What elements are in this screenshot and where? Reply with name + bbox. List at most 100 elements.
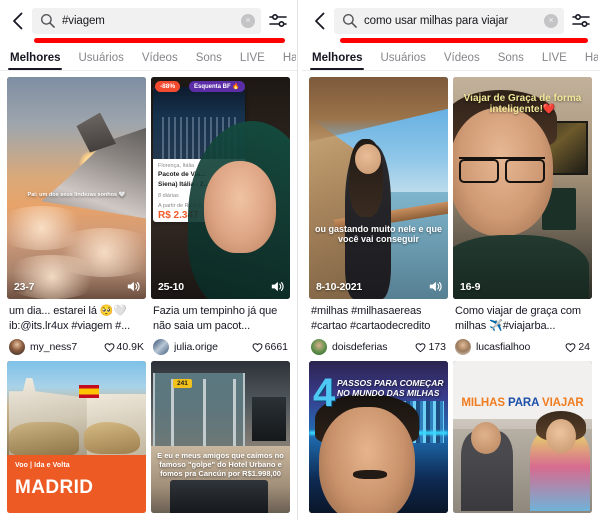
- tab-usuarios[interactable]: Usuários: [70, 52, 133, 70]
- video-meta: #milhas #milhasaereas #cartao #cartaodec…: [309, 299, 448, 356]
- back-button[interactable]: [308, 8, 330, 34]
- tab-hashtags[interactable]: Ha: [576, 52, 598, 70]
- tab-videos[interactable]: Vídeos: [133, 52, 187, 70]
- search-input[interactable]: como usar milhas para viajar ×: [334, 7, 564, 34]
- video-card[interactable]: Pai: um dos seus lindezas sonhos 🤍 23-7 …: [7, 77, 146, 356]
- price-tag-badge: 241: [173, 379, 192, 388]
- tab-sons[interactable]: Sons: [187, 52, 231, 70]
- video-date-badge: 23-7: [14, 281, 35, 293]
- results-grid-left: Pai: um dos seus lindezas sonhos 🤍 23-7 …: [0, 71, 297, 513]
- tab-live[interactable]: LIVE: [231, 52, 274, 70]
- video-date-badge: 25-10: [158, 281, 184, 293]
- search-query-text: como usar milhas para viajar: [364, 14, 509, 27]
- video-author-row[interactable]: lucasfialhoo 24: [455, 338, 590, 356]
- username[interactable]: doisdeferias: [332, 341, 415, 353]
- filter-icon[interactable]: [267, 10, 289, 32]
- video-author-row[interactable]: doisdeferias 173: [311, 338, 446, 356]
- blackfriday-badge: Esquenta BF 🔥: [189, 81, 245, 92]
- tab-usuarios[interactable]: Usuários: [372, 52, 435, 70]
- username[interactable]: my_ness7: [30, 341, 104, 353]
- artwork-travel-package: Florença, Itália Pacote de Via... Siena)…: [151, 77, 290, 299]
- video-caption: Como viajar de graça com milhas ✈️#viaja…: [455, 305, 581, 332]
- heart-icon: [104, 342, 114, 352]
- back-button[interactable]: [6, 8, 28, 34]
- search-bar-left: #viagem ×: [0, 0, 297, 34]
- heart-icon: [252, 342, 263, 352]
- tab-hashtags[interactable]: Ha: [274, 52, 296, 70]
- video-card[interactable]: 241 E eu e meus amigos que caímos no fam…: [151, 361, 290, 513]
- artwork-airplane-wing: [7, 77, 146, 299]
- video-author-row[interactable]: my_ness7 40.9K: [9, 338, 144, 356]
- sound-icon[interactable]: [427, 279, 442, 294]
- destination-label: MADRID: [15, 477, 94, 498]
- video-thumbnail[interactable]: Florença, Itália Pacote de Via... Siena)…: [151, 77, 290, 299]
- like-count-value: 6661: [264, 341, 288, 353]
- heart-icon: [416, 342, 426, 352]
- step-number: 4: [313, 371, 336, 416]
- search-query-text: #viagem: [62, 14, 105, 27]
- artwork-madrid-banner: Voo | Ida e Volta MADRID: [7, 361, 146, 513]
- video-thumbnail[interactable]: Pai: um dos seus lindezas sonhos 🤍 23-7: [7, 77, 146, 299]
- artwork-4-passos: 4 PASSOS PARA COMEÇAR NO MUNDO DAS MILHA…: [309, 361, 448, 513]
- tab-videos[interactable]: Vídeos: [435, 52, 489, 70]
- tab-live[interactable]: LIVE: [533, 52, 576, 70]
- like-count-value: 24: [578, 341, 590, 353]
- video-meta: Fazia um tempinho já que não saia um pac…: [151, 299, 290, 356]
- search-input[interactable]: #viagem ×: [32, 7, 261, 34]
- video-card[interactable]: MILHAS PARA VIAJAR: [453, 361, 592, 513]
- video-thumbnail[interactable]: 241 E eu e meus amigos que caímos no fam…: [151, 361, 290, 513]
- artwork-airport: 241: [151, 361, 290, 513]
- spain-flag-icon: [79, 385, 100, 399]
- avatar: [153, 339, 169, 355]
- video-card[interactable]: Voo | Ida e Volta MADRID: [7, 361, 146, 513]
- video-thumbnail[interactable]: Viajar de Graça de forma inteligente!❤️ …: [453, 77, 592, 299]
- like-count-value: 173: [428, 341, 446, 353]
- video-thumbnail[interactable]: MILHAS PARA VIAJAR: [453, 361, 592, 513]
- video-meta: um dia... estarei lá 🥺🤍 ib:@its.lr4ux #v…: [7, 299, 146, 356]
- video-overlay-text: Viajar de Graça de forma inteligente!❤️: [463, 92, 582, 116]
- video-overlay-text: ou gastando muito nele e que você vai co…: [315, 223, 443, 245]
- video-thumbnail[interactable]: 4 PASSOS PARA COMEÇAR NO MUNDO DAS MILHA…: [309, 361, 448, 513]
- avatar: [455, 339, 471, 355]
- results-grid-right: ou gastando muito nele e que você vai co…: [302, 71, 600, 513]
- filter-icon[interactable]: [570, 10, 592, 32]
- like-count: 40.9K: [104, 341, 144, 353]
- tab-bar-right: Melhores Usuários Vídeos Sons LIVE Ha: [302, 43, 600, 71]
- video-card[interactable]: 4 PASSOS PARA COMEÇAR NO MUNDO DAS MILHA…: [309, 361, 448, 513]
- phone-screen-left: #viagem × Melhores Usuários Vídeos Sons …: [0, 0, 298, 520]
- video-card[interactable]: ou gastando muito nele e que você vai co…: [309, 77, 448, 356]
- like-count-value: 40.9K: [116, 341, 144, 353]
- video-card[interactable]: Florença, Itália Pacote de Via... Siena)…: [151, 77, 290, 356]
- like-count: 173: [415, 341, 446, 353]
- artwork-milhas-para-viajar: MILHAS PARA VIAJAR: [453, 361, 592, 513]
- heart-icon: [565, 342, 576, 352]
- video-overlay-text: E eu e meus amigos que caímos no famoso …: [157, 451, 284, 478]
- video-overlay-title: MILHAS PARA VIAJAR: [453, 397, 592, 409]
- username[interactable]: julia.orige: [174, 341, 252, 353]
- sound-icon[interactable]: [125, 279, 140, 294]
- dual-screenshot-container: #viagem × Melhores Usuários Vídeos Sons …: [0, 0, 600, 520]
- video-card[interactable]: Viajar de Graça de forma inteligente!❤️ …: [453, 77, 592, 356]
- tab-sons[interactable]: Sons: [489, 52, 533, 70]
- video-author-row[interactable]: julia.orige 6661: [153, 338, 288, 356]
- video-overlay-text: PASSOS PARA COMEÇAR NO MUNDO DAS MILHAS: [337, 377, 444, 399]
- video-caption: um dia... estarei lá 🥺🤍 ib:@its.lr4ux #v…: [9, 305, 131, 332]
- tab-melhores[interactable]: Melhores: [0, 52, 70, 70]
- avatar: [9, 339, 25, 355]
- title-part-para: PARA: [507, 397, 542, 410]
- video-thumbnail[interactable]: Voo | Ida e Volta MADRID: [7, 361, 146, 513]
- title-part-viajar: VIAJAR: [542, 397, 584, 410]
- search-icon: [40, 13, 55, 28]
- avatar: [311, 339, 327, 355]
- clear-icon[interactable]: ×: [544, 13, 558, 28]
- video-caption: Fazia um tempinho já que não saia um pac…: [153, 305, 278, 332]
- clear-icon[interactable]: ×: [241, 13, 255, 28]
- tab-bar-left: Melhores Usuários Vídeos Sons LIVE Ha: [0, 43, 297, 71]
- search-bar-right: como usar milhas para viajar ×: [302, 0, 600, 34]
- sound-icon[interactable]: [269, 279, 284, 294]
- username[interactable]: lucasfialhoo: [476, 341, 565, 353]
- video-thumbnail[interactable]: ou gastando muito nele e que você vai co…: [309, 77, 448, 299]
- video-meta: Como viajar de graça com milhas ✈️#viaja…: [453, 299, 592, 356]
- search-icon: [342, 13, 357, 28]
- tab-melhores[interactable]: Melhores: [302, 52, 372, 70]
